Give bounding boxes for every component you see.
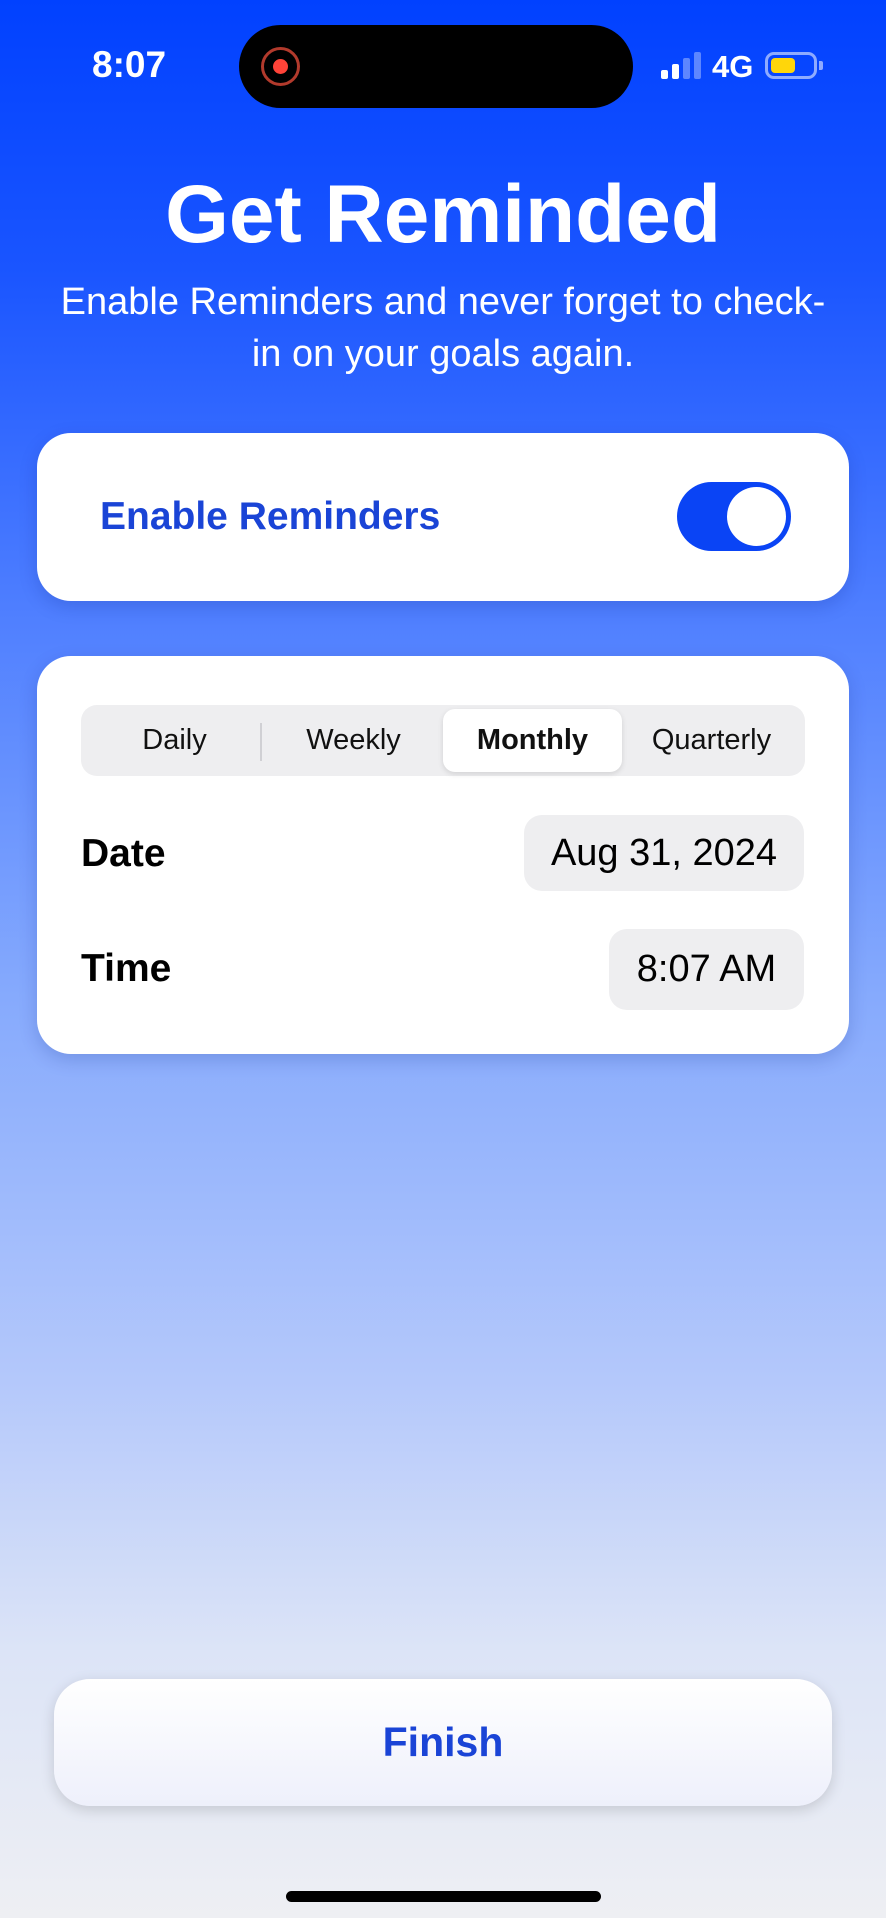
enable-reminders-card: Enable Reminders xyxy=(37,433,849,601)
network-type: 4G xyxy=(712,49,754,84)
battery-cap xyxy=(819,61,823,70)
page-title: Get Reminded xyxy=(165,169,721,260)
time-label: Time xyxy=(81,947,172,990)
toggle-knob xyxy=(727,487,786,546)
page-subtitle: Enable Reminders and never forget to che… xyxy=(60,281,826,375)
status-time: 8:07 xyxy=(92,44,167,85)
schedule-card: Daily Weekly Monthly Quarterly Date Aug … xyxy=(37,656,849,1054)
finish-button[interactable]: Finish xyxy=(54,1679,832,1806)
enable-reminders-toggle[interactable] xyxy=(677,482,791,551)
segment-monthly[interactable]: Monthly xyxy=(443,709,622,772)
segment-divider xyxy=(260,723,262,761)
enable-reminders-label: Enable Reminders xyxy=(100,495,441,538)
date-picker[interactable]: Aug 31, 2024 xyxy=(524,815,804,891)
date-label: Date xyxy=(81,832,166,875)
dynamic-island xyxy=(239,25,633,108)
battery-icon xyxy=(765,52,817,79)
signal-icon xyxy=(661,52,701,79)
time-picker[interactable]: 8:07 AM xyxy=(609,929,804,1010)
segment-daily[interactable]: Daily xyxy=(85,709,264,772)
home-indicator[interactable] xyxy=(286,1891,601,1902)
screen-recording-icon xyxy=(261,47,300,86)
frequency-segmented-control[interactable]: Daily Weekly Monthly Quarterly xyxy=(81,705,805,776)
segment-weekly[interactable]: Weekly xyxy=(264,709,443,772)
segment-quarterly[interactable]: Quarterly xyxy=(622,709,801,772)
